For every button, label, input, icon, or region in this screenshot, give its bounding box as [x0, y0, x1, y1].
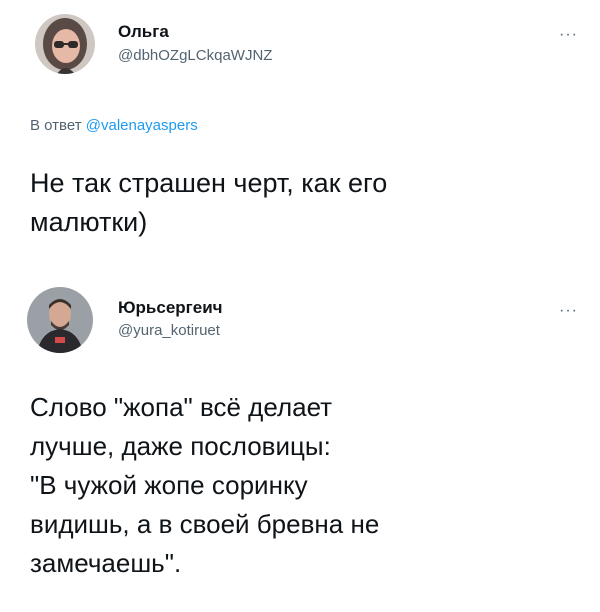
more-options-icon[interactable]: ···	[559, 27, 578, 43]
avatar[interactable]	[27, 287, 93, 353]
reply-prefix: В ответ	[30, 117, 82, 134]
more-options-icon[interactable]: ···	[559, 303, 578, 319]
author-name[interactable]: Юрьсергеич	[118, 298, 223, 318]
author-name[interactable]: Ольга	[118, 22, 169, 42]
author-handle[interactable]: @yura_kotiruet	[118, 322, 220, 339]
user-photo-man-icon	[27, 287, 93, 353]
tweet-text: Не так страшен черт, как его малютки)	[30, 168, 388, 237]
author-handle[interactable]: @dbhOZgLCkqaWJNZ	[118, 47, 272, 64]
tweet-юрьсергеич[interactable]: Юрьсергеич @yura_kotiruet ··· Слово "жоп…	[0, 270, 600, 612]
tweet-text: Слово "жопа" всё делает лучше, даже посл…	[30, 392, 380, 578]
tweet-ольга[interactable]: Ольга @dbhOZgLCkqaWJNZ ··· В ответ @vale…	[0, 0, 600, 262]
user-photo-woman-icon	[35, 14, 95, 74]
reply-context: В ответ @valenayaspers	[30, 117, 198, 134]
reply-to-link[interactable]: @valenayaspers	[86, 117, 198, 134]
avatar[interactable]	[35, 14, 95, 74]
